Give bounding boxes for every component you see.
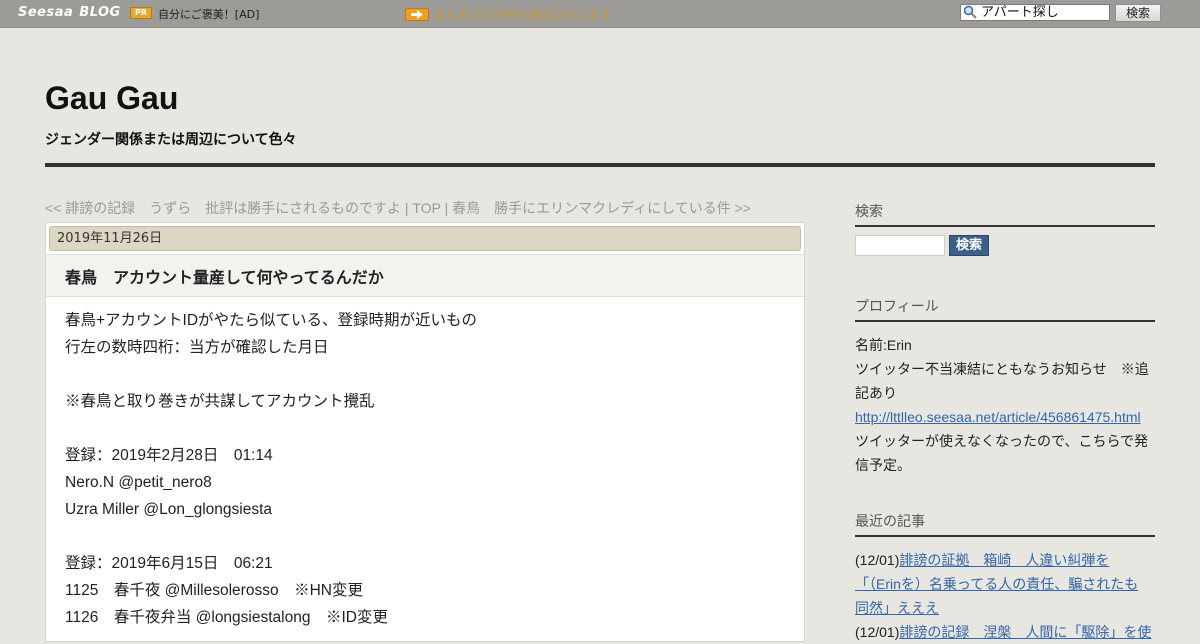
pr-ad-link[interactable]: 自分にご褒美！[AD]: [158, 6, 259, 22]
profile-text: 名前:Erin ツイッター不当凍結にともなうお知らせ ※追 記あり http:/…: [855, 333, 1155, 477]
body-line: 登録：2019年2月28日 01:14: [65, 447, 273, 464]
recent-link[interactable]: 同然」えええ: [855, 600, 939, 616]
next-article-link[interactable]: 春鳥 勝手にエリンマクレディにしている件 >>: [452, 200, 751, 216]
sidebar-search-button[interactable]: 検索: [949, 235, 989, 256]
recent-item: (12/01)誹謗の記録 涅槃 人間に「駆除」を使: [855, 620, 1155, 644]
nav-separator: |: [440, 200, 453, 216]
profile-line: ツイッター不当凍結にともなうお知らせ ※追: [855, 361, 1149, 377]
search-icon: [963, 5, 977, 19]
top-link[interactable]: TOP: [412, 200, 440, 216]
body-line: 行左の数時四桁：当方が確認した月日: [65, 339, 329, 356]
profile-line: 記あり: [855, 385, 897, 401]
top-bar: Seesaa BLOG PR 自分にご褒美！[AD] まとめブログ続々追加されてま…: [0, 0, 1200, 28]
pr-badge: PR: [130, 7, 152, 19]
article-title-band: 春鳥 アカウント量産して何やってるんだか: [46, 254, 804, 297]
notice-link[interactable]: まとめブログ続々追加されてます: [433, 6, 612, 23]
site-description: ジェンダー関係または周辺について色々: [45, 132, 297, 148]
logo-blog: BLOG: [79, 5, 121, 20]
recent-item: (12/01)誹謗の証拠 箱崎 人違い糾弾を: [855, 548, 1155, 572]
profile-line: ツイッターが使えなくなったので、こちらで発: [855, 433, 1149, 449]
article: 2019年11月26日 春鳥 アカウント量産して何やってるんだか 春鳥+アカウン…: [45, 222, 805, 642]
header-divider: [45, 163, 1155, 167]
sidebar-profile-heading: プロフィール: [855, 296, 1155, 322]
sidebar-recent-section: 最近の記事 (12/01)誹謗の証拠 箱崎 人違い糾弾を 「（Erinを）名乗っ…: [855, 511, 1155, 644]
body-line: Nero.N @petit_nero8: [65, 474, 212, 491]
top-search-input[interactable]: アパート探し: [960, 4, 1110, 21]
logo-seesaa: Seesaa: [18, 5, 74, 20]
recent-link[interactable]: 誹謗の記録 涅槃 人間に「駆除」を使: [899, 624, 1151, 640]
profile-link[interactable]: http://lttlleo.seesaa.net/article/456861…: [855, 409, 1141, 425]
sidebar-recent-heading: 最近の記事: [855, 511, 1155, 537]
nav-separator: |: [400, 200, 413, 216]
prev-article-link[interactable]: << 誹謗の記録 うずら 批評は勝手にされるものですよ: [45, 200, 401, 216]
profile-name: 名前:Erin: [855, 337, 912, 353]
body-line: [65, 415, 477, 442]
body-line: 登録：2019年6月15日 06:21: [65, 555, 273, 572]
sidebar-search-input[interactable]: [855, 235, 945, 256]
body-line: ※春鳥と取り巻きが共謀してアカウント攪乱: [65, 393, 375, 410]
body-line: 春鳥+アカウントIDがやたら似ている、登録時期が近いもの: [65, 312, 478, 329]
recent-link[interactable]: 誹謗の証拠 箱崎 人違い糾弾を: [899, 552, 1109, 568]
body-line: Uzra Miller @Lon_glongsiesta: [65, 501, 272, 518]
top-search-button[interactable]: 検索: [1115, 4, 1161, 22]
profile-line: 信予定。: [855, 457, 911, 473]
article-body: 春鳥+アカウントIDがやたら似ている、登録時期が近いもの 行左の数時四桁：当方が…: [65, 307, 477, 631]
body-line: 1126 春千夜弁当 @longsiestalong ※ID変更: [65, 609, 388, 626]
site-title[interactable]: Gau Gau: [45, 80, 178, 117]
sidebar-search-section: 検索: [855, 201, 1155, 227]
arrow-right-icon: [405, 8, 429, 21]
body-line: [65, 523, 477, 550]
recent-link[interactable]: 「（Erinを）名乗ってる人の責任、騙されたも: [855, 576, 1138, 592]
sidebar-search-heading: 検索: [855, 201, 1155, 227]
article-title[interactable]: 春鳥 アカウント量産して何やってるんだか: [65, 264, 384, 288]
body-line: [65, 361, 477, 388]
recent-date: (12/01): [855, 624, 900, 640]
recent-date: (12/01): [855, 552, 900, 568]
article-navigation: << 誹謗の記録 うずら 批評は勝手にされるものですよ | TOP | 春鳥 勝…: [45, 198, 751, 218]
article-date: 2019年11月26日: [49, 226, 801, 251]
body-line: 1125 春千夜 @Millesolerosso ※HN変更: [65, 582, 363, 599]
seesaa-blog-logo[interactable]: Seesaa BLOG: [18, 5, 121, 20]
sidebar-profile-section: プロフィール 名前:Erin ツイッター不当凍結にともなうお知らせ ※追 記あり…: [855, 296, 1155, 477]
